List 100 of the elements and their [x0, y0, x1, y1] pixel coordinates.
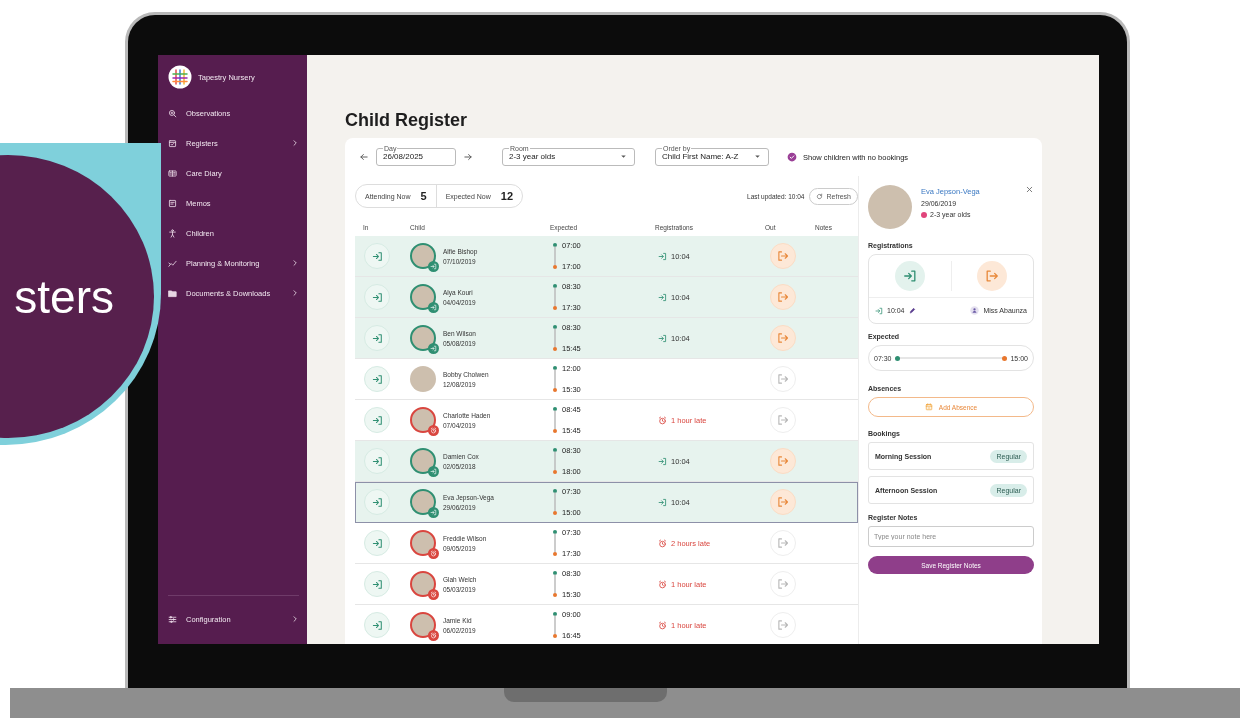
timeline-icon: [552, 241, 558, 271]
refresh-icon: [816, 192, 824, 200]
timeline-icon: [552, 569, 558, 599]
photo-placeholder: [410, 571, 436, 597]
sign-in-icon: [371, 578, 383, 590]
sign-in-icon: [371, 291, 383, 303]
sign-in-icon: [371, 250, 383, 262]
badge-text: sters: [14, 273, 114, 320]
sign-out-icon: [776, 373, 789, 385]
sign-out-icon: [776, 496, 789, 508]
close-button[interactable]: [1025, 185, 1034, 194]
sign-in-button[interactable]: [364, 325, 390, 351]
sign-in-button[interactable]: [364, 243, 390, 269]
end-marker: [1002, 355, 1008, 361]
timeline-icon: [552, 323, 558, 353]
sign-out-icon: [776, 578, 789, 590]
sign-out-button[interactable]: [769, 325, 796, 351]
sign-out-button[interactable]: [769, 407, 796, 433]
calendar-icon: [168, 138, 177, 148]
sign-in-icon: [371, 619, 383, 631]
sign-out-icon: [776, 455, 789, 467]
sign-out-button[interactable]: [769, 571, 796, 597]
sign-in-icon: [371, 496, 383, 508]
start-marker: [894, 355, 900, 361]
page-title: Child Register: [345, 109, 468, 132]
field-value: 26/08/2025: [383, 152, 425, 161]
search-icon: [168, 108, 177, 118]
checkbox[interactable]: [787, 152, 797, 162]
book-icon: [168, 168, 177, 178]
sign-out-icon: [985, 269, 1000, 283]
person-icon: [970, 306, 980, 315]
sign-in-button[interactable]: [364, 612, 390, 638]
sign-in-icon: [875, 306, 883, 315]
field-value: 2-3 year olds: [509, 152, 557, 161]
alarm-badge-icon: [428, 425, 439, 436]
sign-in-icon: [658, 333, 667, 343]
pencil-icon[interactable]: [908, 307, 916, 314]
timeline-icon: [552, 364, 558, 394]
photo-placeholder: [410, 325, 436, 351]
sign-in-button[interactable]: [364, 366, 390, 392]
caret-down-icon: [753, 152, 762, 161]
timeline-icon: [552, 282, 558, 312]
sign-in-icon: [658, 251, 667, 261]
room-dot: [921, 211, 927, 218]
sign-out-button[interactable]: [769, 243, 796, 269]
alarm-clock-icon: [658, 538, 667, 548]
sign-out-button[interactable]: [769, 448, 796, 474]
timeline-icon: [552, 610, 558, 640]
timeline-icon: [552, 487, 558, 517]
sign-out-button[interactable]: [769, 612, 796, 638]
signed-in-badge-icon: [428, 507, 439, 518]
timeline-icon: [552, 446, 558, 476]
sign-in-button[interactable]: [364, 448, 390, 474]
note-icon: [168, 198, 177, 208]
photo-placeholder: [868, 185, 912, 229]
folder-icon: [168, 288, 177, 298]
settings-icon: [168, 614, 177, 624]
sign-out-button[interactable]: [769, 530, 796, 556]
photo-placeholder: [410, 243, 436, 269]
sign-out-icon: [776, 537, 789, 549]
alarm-clock-icon: [658, 579, 667, 589]
sign-out-icon: [776, 250, 789, 262]
sign-out-icon: [776, 619, 789, 631]
sign-in-icon: [902, 269, 917, 283]
photo-placeholder: [410, 530, 436, 556]
sign-in-button[interactable]: [364, 284, 390, 310]
sign-in-icon: [371, 537, 383, 549]
alarm-badge-icon: [428, 630, 439, 641]
sign-in-button[interactable]: [364, 489, 390, 515]
photo-placeholder: [410, 489, 436, 515]
alarm-clock-icon: [658, 620, 667, 630]
stat-value: 12: [500, 190, 514, 202]
sign-out-button[interactable]: [769, 284, 796, 310]
person-icon: [168, 228, 177, 238]
signed-in-badge-icon: [428, 466, 439, 477]
sign-in-button[interactable]: [364, 530, 390, 556]
stat-value: 5: [420, 190, 427, 202]
sign-in-icon: [658, 497, 667, 507]
sign-out-icon: [776, 414, 789, 426]
arrow-right-icon[interactable]: [463, 152, 473, 162]
sign-in-icon: [371, 373, 383, 385]
sign-out-button[interactable]: [769, 489, 796, 515]
sign-in-button[interactable]: [364, 407, 390, 433]
sign-out-button[interactable]: [769, 366, 796, 392]
calendar-icon: [924, 403, 933, 411]
alarm-badge-icon: [428, 589, 439, 600]
photo-placeholder: [410, 612, 436, 638]
sign-out-icon: [776, 291, 789, 303]
signed-in-badge-icon: [428, 261, 439, 272]
timeline-icon: [552, 528, 558, 558]
sign-in-button[interactable]: [894, 261, 925, 291]
signed-in-badge-icon: [428, 302, 439, 313]
arrow-left-icon[interactable]: [359, 152, 369, 162]
caret-down-icon: [619, 152, 628, 161]
sign-out-button[interactable]: [977, 261, 1008, 291]
sign-in-icon: [658, 456, 667, 466]
photo-placeholder: [410, 407, 436, 433]
photo-placeholder: [410, 366, 436, 392]
timeline-icon: [552, 405, 558, 435]
sign-in-button[interactable]: [364, 571, 390, 597]
